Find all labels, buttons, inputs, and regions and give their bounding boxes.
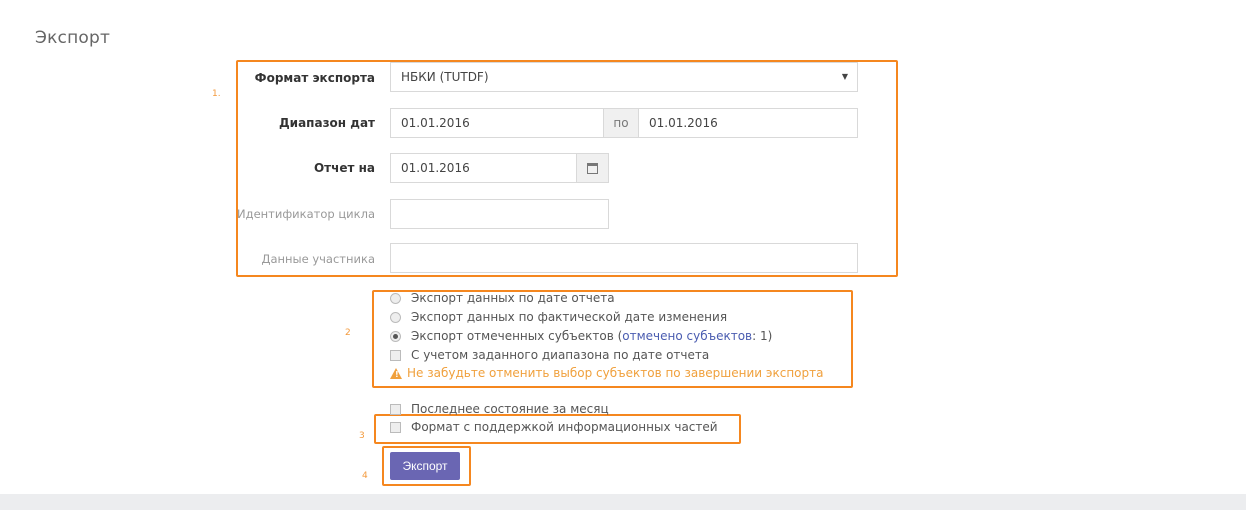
radio-icon xyxy=(390,292,401,304)
export-page: Экспорт 1. 2 3 4 Формат экспорта НБКИ (T… xyxy=(0,0,1246,510)
checkbox-icon xyxy=(390,421,401,433)
top-band xyxy=(0,0,1246,10)
radio-export-marked-subjects[interactable]: Экспорт отмеченных субъектов ( отмечено … xyxy=(390,329,772,343)
format-select[interactable]: НБКИ (TUTDF) ▼ xyxy=(390,62,858,92)
callout-number-3: 3 xyxy=(359,431,365,441)
format-label: Формат экспорта xyxy=(254,71,375,85)
date-range-label: Диапазон дат xyxy=(278,116,375,130)
radio-label-prefix: Экспорт отмеченных субъектов ( xyxy=(411,329,623,343)
checkbox-label: Формат с поддержкой информационных часте… xyxy=(411,420,718,434)
radio-label: Экспорт данных по дате отчета xyxy=(411,291,615,305)
radio-icon xyxy=(390,311,401,323)
format-select-value: НБКИ (TUTDF) xyxy=(401,70,489,84)
radio-label: Экспорт данных по фактической дате измен… xyxy=(411,310,728,324)
radio-checked-icon xyxy=(390,330,401,342)
callout-number-4: 4 xyxy=(362,471,368,481)
cycle-id-label: Идентификатор цикла xyxy=(237,207,375,221)
page-title: Экспорт xyxy=(35,28,111,48)
checkbox-last-state-month[interactable]: Последнее состояние за месяц xyxy=(390,402,609,416)
checkbox-label: Последнее состояние за месяц xyxy=(411,402,609,416)
export-button[interactable]: Экспорт xyxy=(390,452,460,480)
bottom-bar xyxy=(0,494,1246,510)
calendar-button[interactable] xyxy=(576,153,609,183)
date-to-input[interactable]: 01.01.2016 xyxy=(638,108,858,138)
radio-label-suffix: : 1) xyxy=(752,329,773,343)
warning-message: ! Не забудьте отменить выбор субъектов п… xyxy=(390,366,823,380)
marked-subjects-link[interactable]: отмечено субъектов xyxy=(622,329,752,343)
checkbox-with-date-range[interactable]: С учетом заданного диапазона по дате отч… xyxy=(390,348,709,362)
checkbox-label: С учетом заданного диапазона по дате отч… xyxy=(411,348,710,362)
date-range-separator: по xyxy=(603,108,639,138)
calendar-icon xyxy=(587,163,598,174)
date-from-input[interactable]: 01.01.2016 xyxy=(390,108,604,138)
report-on-input[interactable]: 01.01.2016 xyxy=(390,153,577,183)
callout-number-2: 2 xyxy=(345,328,351,338)
callout-number-1: 1. xyxy=(212,89,221,99)
radio-export-by-actual-date[interactable]: Экспорт данных по фактической дате измен… xyxy=(390,310,727,324)
warning-text: Не забудьте отменить выбор субъектов по … xyxy=(407,366,824,380)
checkbox-info-parts-format[interactable]: Формат с поддержкой информационных часте… xyxy=(390,420,718,434)
radio-export-by-report-date[interactable]: Экспорт данных по дате отчета xyxy=(390,291,615,305)
checkbox-icon xyxy=(390,349,401,361)
checkbox-icon xyxy=(390,403,401,415)
chevron-down-icon: ▼ xyxy=(841,72,848,81)
participant-label: Данные участника xyxy=(261,252,375,266)
cycle-id-input[interactable] xyxy=(390,199,609,229)
warning-icon: ! xyxy=(390,367,402,379)
participant-input[interactable] xyxy=(390,243,858,273)
report-on-label: Отчет на xyxy=(313,161,375,175)
